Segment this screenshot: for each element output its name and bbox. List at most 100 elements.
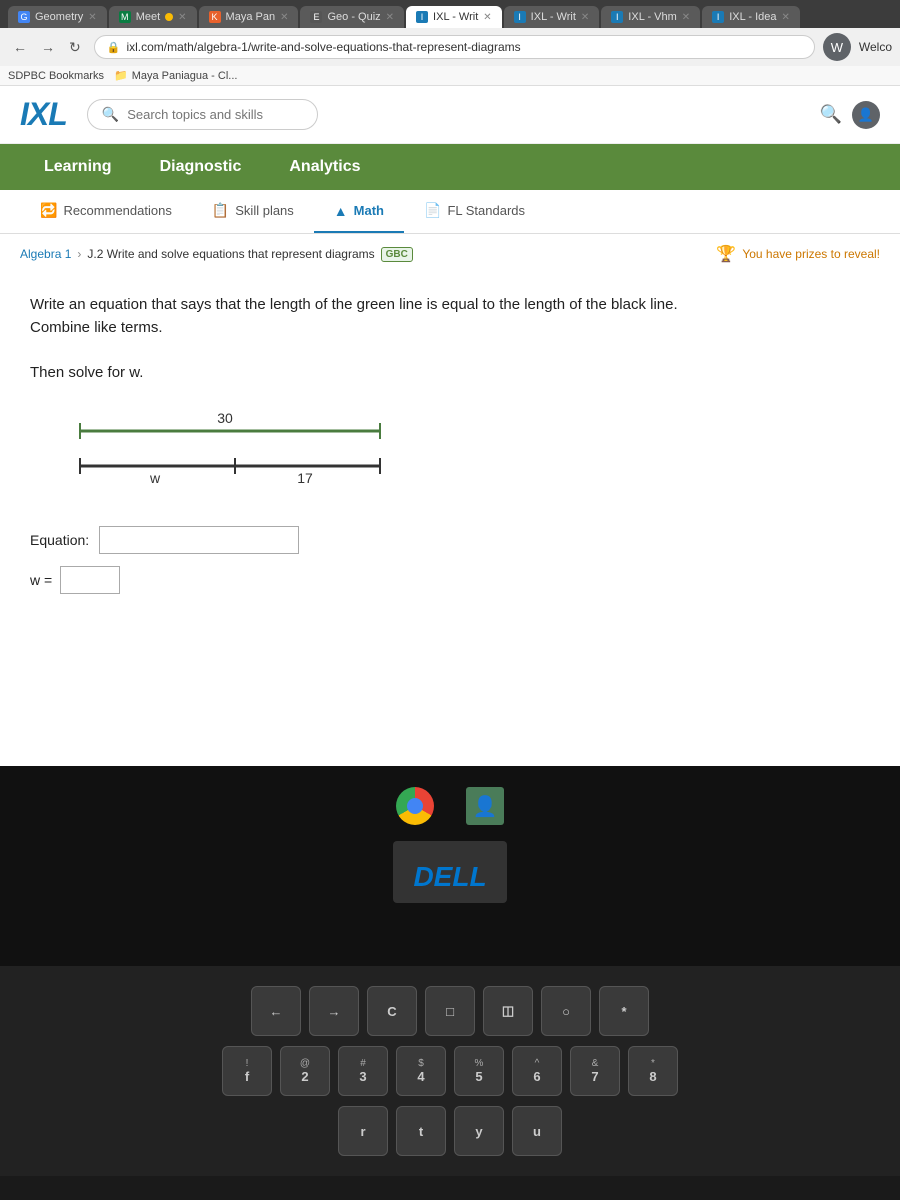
tab-ixl4[interactable]: I IXL - Idea ✕ (702, 6, 800, 28)
tab-icon-ixl1: I (416, 11, 428, 23)
ixl-logo-text: IXL (20, 96, 67, 132)
subnav-flstandards[interactable]: 📄 FL Standards (404, 190, 545, 233)
tab-close-ixl3[interactable]: ✕ (682, 12, 690, 23)
key-right-arrow[interactable]: → (309, 986, 359, 1036)
tab-diagnostic[interactable]: Diagnostic (136, 144, 266, 190)
key-double-square[interactable]: ◫ (483, 986, 533, 1036)
tab-close-meet[interactable]: ✕ (178, 12, 186, 23)
bookmark-sdpbc-label: SDPBC Bookmarks (8, 70, 104, 82)
subnav-recommendations[interactable]: 🔁 Recommendations (20, 190, 192, 233)
tab-close-ixl1[interactable]: ✕ (483, 12, 491, 23)
search-bar[interactable]: 🔍 (87, 99, 318, 130)
gbc-badge: GBC (381, 247, 413, 262)
w-input[interactable] (60, 566, 120, 594)
key-5-percent[interactable]: % 5 (454, 1046, 504, 1096)
profile-button[interactable]: W (823, 33, 851, 61)
key-label: * (621, 1004, 626, 1019)
profile-taskbar-icon[interactable]: 👤 (465, 786, 505, 826)
tab-learning[interactable]: Learning (20, 144, 136, 190)
key-7-amp[interactable]: & 7 (570, 1046, 620, 1096)
header-profile-icon: 👤 (858, 107, 874, 123)
tab-icon-ixl2: I (514, 11, 526, 23)
key-top-label: * (651, 1058, 655, 1069)
bookmark-maya[interactable]: 📁 Maya Paniagua - Cl... (114, 69, 237, 82)
trophy-icon: 🏆 (716, 244, 736, 264)
prizes-badge[interactable]: 🏆 You have prizes to reveal! (716, 244, 880, 264)
tab-analytics[interactable]: Analytics (265, 144, 384, 190)
key-asterisk[interactable]: * (599, 986, 649, 1036)
tab-ixl3[interactable]: I IXL - Vhm ✕ (601, 6, 700, 28)
subnav-flstandards-label: FL Standards (447, 203, 525, 218)
key-6-caret[interactable]: ^ 6 (512, 1046, 562, 1096)
tab-close-ixl4[interactable]: ✕ (781, 12, 789, 23)
key-top-label: & (592, 1058, 599, 1069)
key-u[interactable]: u (512, 1106, 562, 1156)
key-bottom-label: 4 (417, 1069, 424, 1084)
search-button[interactable]: 🔍 (820, 104, 842, 125)
ixl-logo: IXL (20, 96, 67, 133)
tab-geometry[interactable]: G Geometry ✕ (8, 6, 107, 28)
tab-close-geometry[interactable]: ✕ (88, 12, 96, 23)
search-input[interactable] (127, 107, 303, 122)
equation-row: Equation: (30, 526, 860, 554)
dell-container: DELL (393, 841, 506, 903)
prizes-text: You have prizes to reveal! (742, 247, 880, 261)
key-bottom-label: 6 (533, 1069, 540, 1084)
chrome-taskbar-icon[interactable] (395, 786, 435, 826)
forward-button[interactable]: → (36, 37, 60, 58)
tab-close-geo[interactable]: ✕ (386, 12, 394, 23)
question-text: Write an equation that says that the len… (30, 294, 730, 339)
tab-label-maya: Maya Pan (226, 11, 276, 23)
keyboard-row-numbers: ! f @ 2 # 3 $ 4 % 5 ^ 6 & 7 * 8 (30, 1046, 870, 1096)
tab-meet[interactable]: M Meet ✕ (109, 6, 197, 28)
tab-icon-geometry: G (18, 11, 30, 23)
address-bar[interactable]: 🔒 ixl.com/math/algebra-1/write-and-solve… (94, 35, 815, 59)
bookmark-sdpbc[interactable]: SDPBC Bookmarks (8, 70, 104, 82)
key-4-dollar[interactable]: $ 4 (396, 1046, 446, 1096)
math-icon: ▲ (334, 203, 348, 219)
key-left-arrow[interactable]: ← (251, 986, 301, 1036)
key-circle[interactable]: ○ (541, 986, 591, 1036)
key-label: t (419, 1124, 423, 1139)
tab-bar: G Geometry ✕ M Meet ✕ K Maya Pan ✕ E Geo… (8, 6, 892, 28)
key-top-label: $ (418, 1058, 424, 1069)
key-y[interactable]: y (454, 1106, 504, 1156)
tab-learning-label: Learning (44, 158, 112, 175)
tab-close-ixl2[interactable]: ✕ (581, 12, 589, 23)
tab-ixl2[interactable]: I IXL - Writ ✕ (504, 6, 600, 28)
breadcrumb-algebra1[interactable]: Algebra 1 (20, 247, 71, 261)
key-8-star[interactable]: * 8 (628, 1046, 678, 1096)
subnav-skillplans-label: Skill plans (235, 203, 294, 218)
logo-search-group: IXL 🔍 (20, 96, 318, 133)
key-f-excl[interactable]: ! f (222, 1046, 272, 1096)
subnav-math[interactable]: ▲ Math (314, 190, 404, 233)
header-profile[interactable]: 👤 (852, 101, 880, 129)
subnav-recommendations-label: Recommendations (63, 203, 171, 218)
key-2-at[interactable]: @ 2 (280, 1046, 330, 1096)
chrome-ring (396, 787, 434, 825)
refresh-button[interactable]: ↻ (64, 37, 86, 58)
tab-close-maya[interactable]: ✕ (280, 12, 288, 23)
key-label: C (387, 1004, 396, 1019)
key-t[interactable]: t (396, 1106, 446, 1156)
equation-input[interactable] (99, 526, 299, 554)
tab-maya[interactable]: K Maya Pan ✕ (199, 6, 299, 28)
subnav-skillplans[interactable]: 📋 Skill plans (192, 190, 314, 233)
address-text: ixl.com/math/algebra-1/write-and-solve-e… (126, 40, 520, 54)
tab-label-ixl2: IXL - Writ (531, 11, 576, 23)
bookmarks-bar: SDPBC Bookmarks 📁 Maya Paniagua - Cl... (0, 66, 900, 86)
key-c[interactable]: C (367, 986, 417, 1036)
key-label: □ (446, 1004, 454, 1019)
green-line-label: 30 (217, 410, 233, 426)
tab-ixl1[interactable]: I IXL - Writ ✕ (406, 6, 502, 28)
back-button[interactable]: ← (8, 37, 32, 58)
key-3-hash[interactable]: # 3 (338, 1046, 388, 1096)
browser-chrome: G Geometry ✕ M Meet ✕ K Maya Pan ✕ E Geo… (0, 0, 900, 28)
key-label: ← (270, 1004, 283, 1019)
tab-label-geo: Geo - Quiz (327, 11, 380, 23)
bookmark-maya-label: Maya Paniagua - Cl... (132, 70, 238, 82)
key-square[interactable]: □ (425, 986, 475, 1036)
key-r[interactable]: r (338, 1106, 388, 1156)
seventeen-label: 17 (297, 470, 313, 486)
tab-geo[interactable]: E Geo - Quiz ✕ (300, 6, 404, 28)
